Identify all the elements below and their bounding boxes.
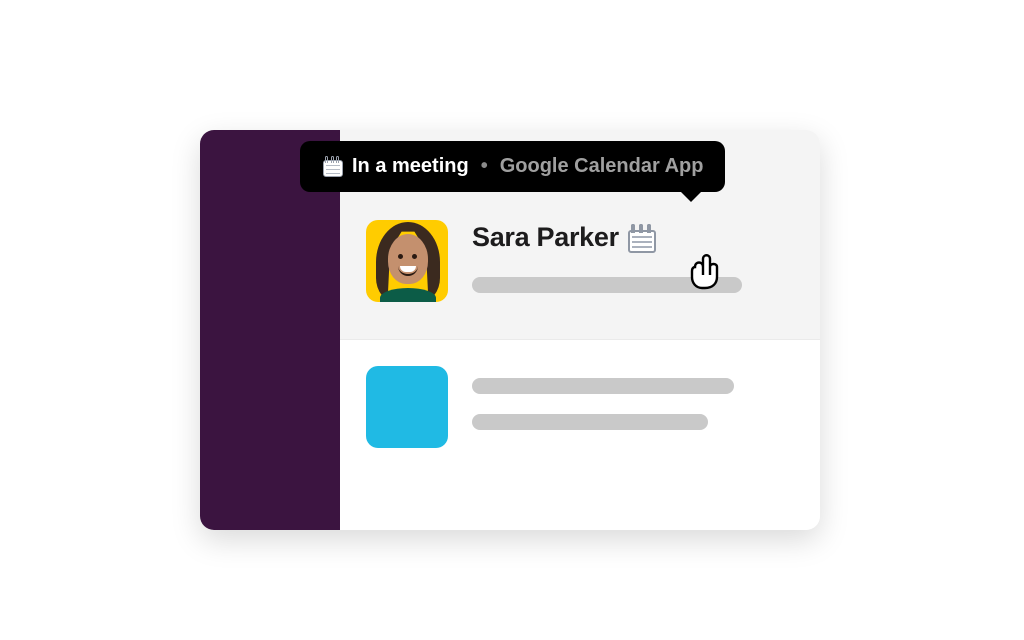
message-row[interactable] [340, 340, 820, 476]
status-calendar-icon[interactable] [627, 224, 655, 252]
message-text-placeholder [472, 414, 708, 430]
author-name[interactable]: Sara Parker [472, 222, 619, 253]
calendar-icon [627, 224, 657, 254]
message-text-placeholder [472, 378, 734, 394]
tooltip-source: Google Calendar App [500, 155, 704, 178]
avatar[interactable] [366, 220, 448, 302]
pointer-cursor-icon [684, 247, 724, 291]
tooltip-separator: • [481, 155, 488, 178]
calendar-icon [322, 156, 344, 178]
avatar[interactable] [366, 366, 448, 448]
tooltip-caret [680, 191, 702, 202]
tooltip-status-text: In a meeting [352, 155, 469, 178]
avatar-photo-illustration [366, 220, 448, 302]
status-tooltip: In a meeting • Google Calendar App [300, 141, 725, 192]
